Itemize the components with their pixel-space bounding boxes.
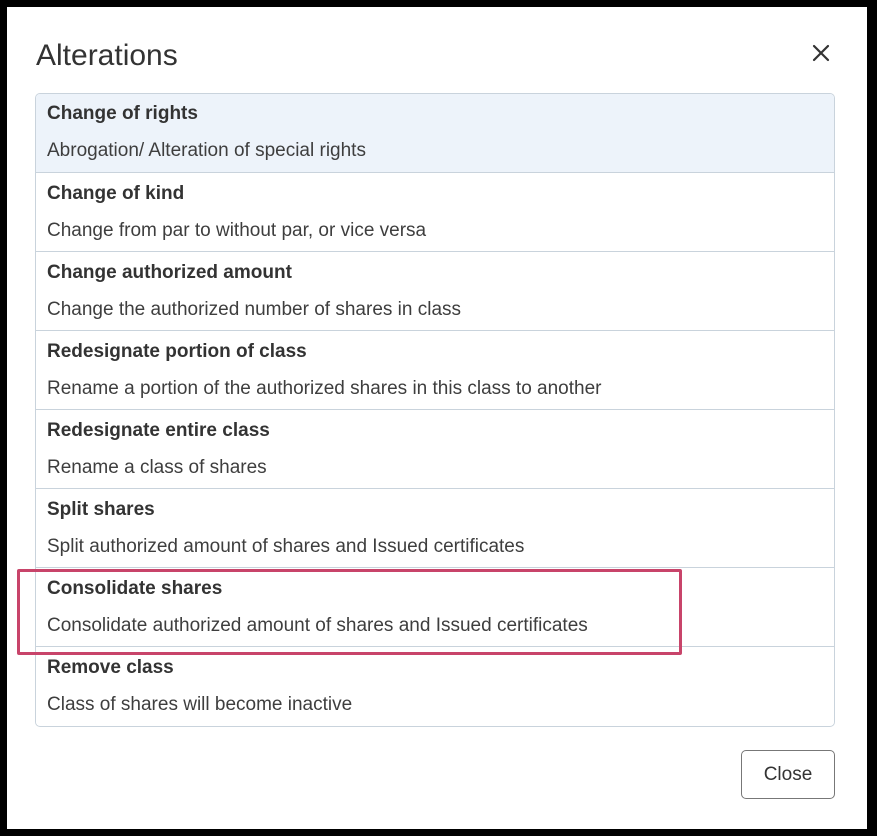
alteration-description: Change from par to without par, or vice … <box>47 220 427 241</box>
close-icon-glyph <box>812 44 830 62</box>
alteration-item-redesignate-entire-class[interactable]: Redesignate entire class Rename a class … <box>36 409 834 488</box>
alteration-description: Split authorized amount of shares and Is… <box>47 536 525 557</box>
alteration-item-split-shares[interactable]: Split shares Split authorized amount of … <box>36 488 834 567</box>
alteration-title: Split shares <box>47 499 155 520</box>
alteration-item-change-authorized-amount[interactable]: Change authorized amount Change the auth… <box>36 251 834 330</box>
alteration-item-change-of-rights[interactable]: Change of rights Abrogation/ Alteration … <box>36 94 834 172</box>
alteration-item-change-of-kind[interactable]: Change of kind Change from par to withou… <box>36 172 834 251</box>
alteration-description: Abrogation/ Alteration of special rights <box>47 140 366 161</box>
alteration-title: Remove class <box>47 657 174 678</box>
dialog-title: Alterations <box>36 39 178 72</box>
close-icon[interactable] <box>805 37 837 69</box>
alterations-dialog: Alterations Change of rights Abrogation/… <box>7 7 867 829</box>
alteration-title: Change of kind <box>47 183 185 204</box>
alteration-item-consolidate-shares[interactable]: Consolidate shares Consolidate authorize… <box>36 567 834 646</box>
alteration-title: Change authorized amount <box>47 262 292 283</box>
alteration-description: Rename a portion of the authorized share… <box>47 378 602 399</box>
alteration-description: Rename a class of shares <box>47 457 267 478</box>
alteration-item-remove-class[interactable]: Remove class Class of shares will become… <box>36 646 834 725</box>
close-button[interactable]: Close <box>741 750 835 799</box>
alteration-item-redesignate-portion-of-class[interactable]: Redesignate portion of class Rename a po… <box>36 330 834 409</box>
alteration-title: Change of rights <box>47 103 198 124</box>
alteration-description: Change the authorized number of shares i… <box>47 299 462 320</box>
alteration-title: Consolidate shares <box>47 578 223 599</box>
alteration-title: Redesignate entire class <box>47 420 270 441</box>
alteration-description: Class of shares will become inactive <box>47 694 353 715</box>
alterations-list: Change of rights Abrogation/ Alteration … <box>35 93 835 727</box>
alteration-title: Redesignate portion of class <box>47 341 307 362</box>
alteration-description: Consolidate authorized amount of shares … <box>47 615 588 636</box>
